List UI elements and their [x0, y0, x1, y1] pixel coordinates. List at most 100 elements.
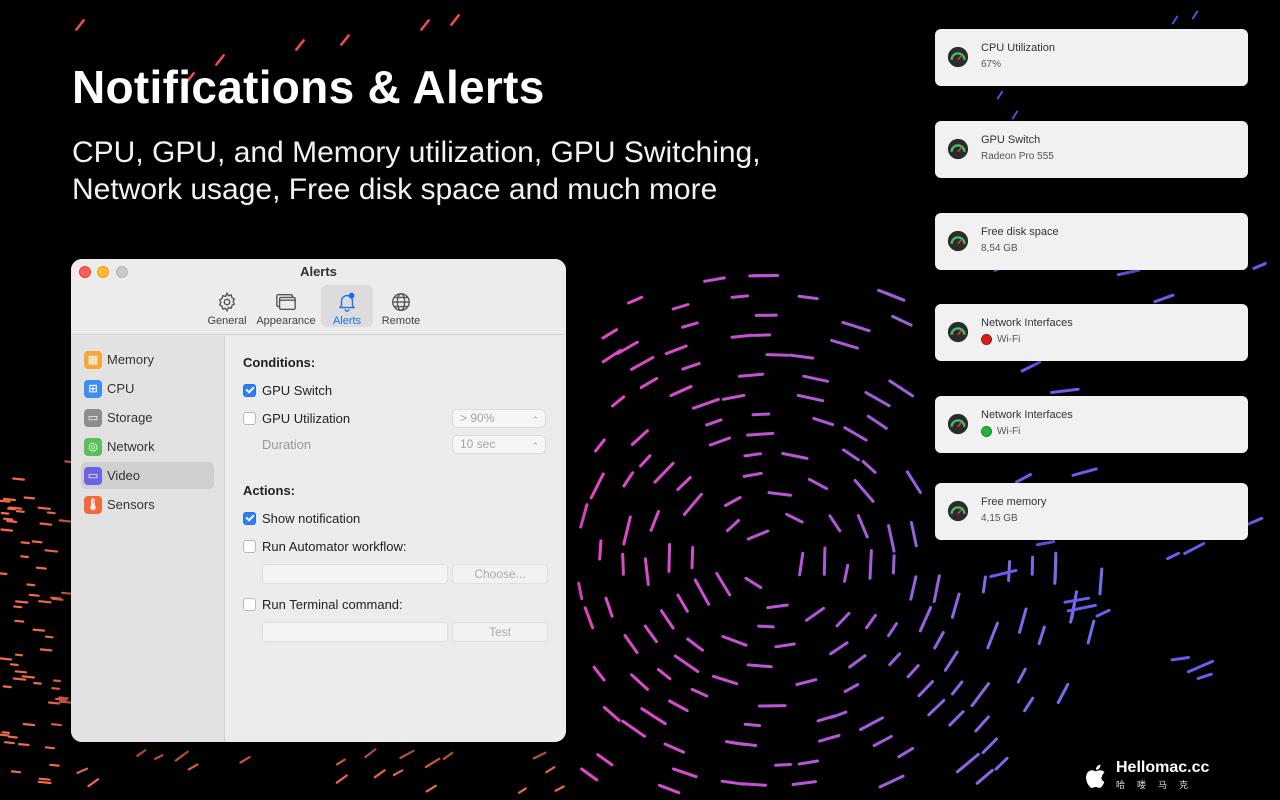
tab-general[interactable]: General [203, 285, 251, 327]
sidebar-item-memory[interactable]: ▦ Memory [81, 346, 214, 373]
tab-alerts[interactable]: Alerts [321, 285, 373, 327]
decorative-dash [295, 39, 305, 51]
decorative-dash [653, 461, 675, 484]
decorative-dash [601, 328, 619, 340]
sidebar-item-label: Network [107, 439, 155, 454]
appearance-icon [276, 293, 296, 311]
decorative-dash [918, 606, 933, 633]
duration-value: 10 sec [460, 437, 496, 451]
alerts-content: Conditions: GPU Switch GPU Utilization >… [226, 336, 566, 742]
decorative-dash [795, 678, 818, 686]
decorative-dash [744, 576, 763, 589]
decorative-dash [15, 510, 25, 513]
decorative-dash [1050, 387, 1080, 394]
gpu-utilization-threshold-value: > 90% [460, 411, 495, 425]
decorative-dash [672, 767, 698, 779]
decorative-dash [373, 769, 386, 779]
notification-gpu-switch[interactable]: GPU Switch Radeon Pro 555 [935, 121, 1248, 178]
decorative-dash [757, 624, 775, 629]
decorative-dash [730, 294, 749, 299]
notification-network-interfaces-up[interactable]: Network Interfaces Wi-Fi [935, 396, 1248, 453]
decorative-dash [690, 546, 695, 570]
decorative-dash [604, 596, 614, 618]
decorative-dash [26, 583, 36, 587]
notification-network-interfaces-down[interactable]: Network Interfaces Wi-Fi [935, 304, 1248, 361]
decorative-dash [622, 471, 635, 488]
decorative-dash [3, 741, 15, 745]
decorative-dash [989, 568, 1018, 579]
decorative-dash [420, 19, 430, 31]
headline: Notifications & Alerts [72, 61, 545, 113]
decorative-dash [32, 628, 46, 632]
network-icon: ◎ [84, 437, 102, 456]
choose-button[interactable]: Choose... [452, 564, 548, 584]
gpu-utilization-checkbox[interactable] [243, 412, 256, 425]
notification-free-memory[interactable]: Free memory 4,15 GB [935, 483, 1248, 540]
run-terminal-checkbox[interactable] [243, 598, 256, 611]
decorative-dash [848, 654, 867, 669]
show-notification-checkbox[interactable] [243, 512, 256, 525]
decorative-dash [671, 303, 690, 311]
tab-remote[interactable]: Remote [375, 285, 427, 327]
decorative-dash [425, 784, 437, 793]
decorative-dash [38, 777, 51, 781]
decorative-dash [2, 497, 16, 502]
decorative-dash [868, 549, 873, 580]
decorative-dash [738, 372, 765, 378]
gpu-utilization-threshold-select[interactable]: > 90% [452, 409, 546, 429]
decorative-dash [1056, 682, 1070, 704]
decorative-dash [1186, 659, 1214, 674]
decorative-dash [724, 740, 747, 747]
decorative-dash [805, 606, 825, 622]
decorative-dash [950, 680, 964, 696]
decorative-dash [865, 613, 877, 630]
test-button[interactable]: Test [452, 622, 548, 642]
decorative-dash [154, 754, 164, 760]
status-dot-green [981, 426, 992, 437]
decorative-dash [842, 448, 860, 462]
gpu-switch-label: GPU Switch [262, 383, 333, 398]
decorative-dash [44, 746, 56, 750]
decorative-dash [1015, 473, 1032, 484]
decorative-dash [9, 663, 19, 667]
decorative-dash [10, 770, 22, 774]
decorative-dash [12, 677, 27, 681]
automator-workflow-field[interactable] [262, 564, 448, 584]
decorative-dash [630, 429, 649, 446]
decorative-dash [22, 722, 36, 727]
decorative-dash [18, 742, 30, 747]
sidebar-item-sensors[interactable]: 🌡 Sensors [81, 491, 214, 518]
sidebar-item-cpu[interactable]: ⊞ CPU [81, 375, 214, 402]
sidebar-item-label: Video [107, 468, 141, 483]
decorative-dash [0, 499, 11, 503]
sidebar-item-video[interactable]: ▭ Video [81, 462, 214, 489]
decorative-dash [28, 593, 40, 597]
decorative-dash [887, 524, 896, 553]
decorative-dash [23, 496, 36, 500]
notification-title: GPU Switch [981, 134, 1041, 146]
sidebar-item-network[interactable]: ◎ Network [81, 433, 214, 460]
decorative-dash [791, 780, 818, 786]
run-automator-checkbox[interactable] [243, 540, 256, 553]
gpu-switch-checkbox[interactable] [243, 384, 256, 397]
tab-appearance[interactable]: Appearance [253, 285, 319, 327]
decorative-dash [686, 637, 704, 652]
decorative-dash [909, 521, 918, 548]
gpu-utilization-row: GPU Utilization [243, 411, 350, 426]
terminal-command-field[interactable] [262, 622, 448, 642]
watermark: Hellomac.cc 哈喽马克 [1084, 760, 1209, 791]
sidebar-item-storage[interactable]: ▭ Storage [81, 404, 214, 431]
decorative-dash [239, 755, 251, 764]
decorative-dash [649, 510, 660, 532]
duration-select[interactable]: 10 sec [452, 435, 546, 455]
decorative-dash [667, 543, 672, 573]
notification-free-disk-space[interactable]: Free disk space 8,54 GB [935, 213, 1248, 270]
watermark-main: Hellomac.cc [1116, 759, 1210, 776]
notification-value: 67% [981, 59, 1001, 70]
decorative-dash [841, 320, 871, 333]
decorative-dash [15, 600, 29, 604]
notification-cpu-utilization[interactable]: CPU Utilization 67% [935, 29, 1248, 86]
notification-value: Radeon Pro 555 [981, 151, 1054, 162]
decorative-dash [39, 522, 53, 526]
decorative-dash [887, 622, 898, 638]
